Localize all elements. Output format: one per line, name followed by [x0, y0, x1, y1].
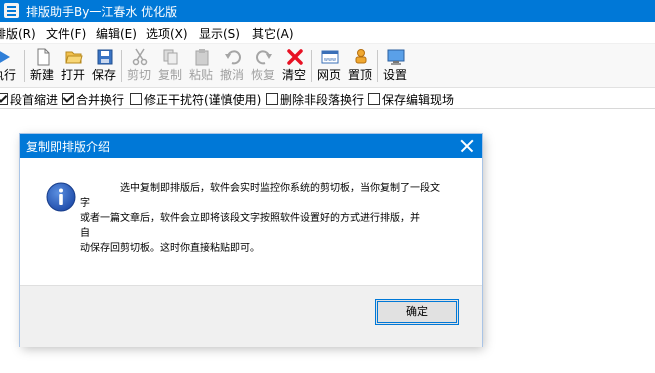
menu-other[interactable]: 其它(A) [252, 25, 294, 42]
ok-button[interactable]: 确定 [375, 299, 459, 325]
option-merge[interactable]: 合并换行 [62, 91, 125, 107]
redo-button[interactable]: 恢复 [249, 46, 277, 84]
redo-icon [256, 50, 272, 65]
clear-x-icon [287, 49, 303, 65]
web-button[interactable]: www 网页 [315, 46, 343, 84]
option-delete[interactable]: 删除非段落换行 [266, 91, 365, 107]
message-line: 或者一篇文章后，软件会立即将该段文字按照软件设置好的方式进行排版，并 [80, 213, 420, 224]
option-indent-label: 段首缩进 [10, 93, 59, 107]
paste-button[interactable]: 粘贴 [187, 46, 215, 84]
checkbox-fix[interactable] [130, 92, 142, 105]
toolbar-separator [121, 50, 122, 82]
checkbox-merge[interactable] [62, 92, 74, 105]
toolbar: 执行 新建 打开 保存 剪切 [0, 44, 655, 88]
dialog-title: 复制即排版介绍 [26, 140, 111, 154]
options-bar: 段首缩进 合并换行 修正干扰符(谨慎使用) 删除非段落换行 保存编辑现场 [0, 88, 655, 109]
toolbar-separator [24, 50, 25, 82]
copy-label: 复制 [158, 68, 183, 82]
save-label: 保存 [92, 68, 117, 82]
run-button[interactable]: 执行 [0, 46, 18, 84]
option-delete-label: 删除非段落换行 [280, 93, 365, 107]
info-dialog: 复制即排版介绍 选中复制即排版后，软件会实时监控你系统的剪切板，当你复制了一段文… [20, 134, 482, 347]
window-title-bar: 排版助手By一江春水 优化版 [0, 0, 655, 22]
new-label: 新建 [30, 68, 55, 82]
window-title: 排版助手By一江春水 优化版 [26, 5, 178, 19]
message-line: 动保存回剪切板。这时你直接粘贴即可。 [80, 243, 260, 254]
dialog-body: 选中复制即排版后，软件会实时监控你系统的剪切板，当你复制了一段文 字 或者一篇文… [20, 158, 482, 285]
menu-file[interactable]: 文件(F) [46, 25, 86, 42]
top-label: 置顶 [348, 68, 373, 82]
svg-text:www: www [324, 57, 336, 63]
open-button[interactable]: 打开 [59, 46, 87, 84]
menu-edit[interactable]: 编辑(E) [96, 25, 137, 42]
cut-label: 剪切 [127, 68, 152, 82]
paste-icon [195, 49, 209, 66]
redo-label: 恢复 [251, 68, 276, 82]
settings-label: 设置 [383, 68, 408, 82]
run-arrow-icon [0, 51, 10, 63]
menu-display[interactable]: 显示(S) [199, 25, 240, 42]
top-button[interactable]: 置顶 [346, 46, 374, 84]
scissors-icon [132, 48, 148, 66]
open-folder-icon [65, 51, 83, 64]
close-icon[interactable] [458, 137, 476, 155]
option-indent[interactable]: 段首缩进 [0, 91, 59, 107]
settings-monitor-icon [387, 49, 405, 65]
option-keep-label: 保存编辑现场 [382, 93, 455, 107]
option-fix-label: 修正干扰符(谨慎使用) [144, 93, 262, 107]
menu-layout[interactable]: 排版(R) [0, 25, 36, 42]
new-button[interactable]: 新建 [28, 46, 56, 84]
option-fix[interactable]: 修正干扰符(谨慎使用) [130, 91, 262, 107]
pin-top-icon [355, 49, 367, 64]
web-page-icon: www [321, 50, 339, 64]
message-line: 自 [80, 228, 90, 239]
settings-button[interactable]: 设置 [381, 46, 409, 84]
undo-button[interactable]: 撤消 [218, 46, 246, 84]
option-merge-label: 合并换行 [76, 93, 125, 107]
save-disk-icon [97, 49, 113, 65]
paste-label: 粘贴 [189, 68, 214, 82]
clear-button[interactable]: 清空 [280, 46, 308, 84]
open-label: 打开 [61, 68, 86, 82]
copy-icon [163, 49, 178, 65]
app-icon [4, 3, 19, 18]
dialog-footer: 确定 [20, 285, 482, 347]
dialog-title-bar: 复制即排版介绍 [20, 134, 482, 158]
undo-icon [225, 50, 241, 65]
toolbar-separator [311, 50, 312, 82]
message-line: 字 [80, 198, 90, 209]
dialog-message: 选中复制即排版后，软件会实时监控你系统的剪切板，当你复制了一段文 字 或者一篇文… [80, 181, 458, 256]
run-label: 执行 [0, 68, 17, 82]
cut-button[interactable]: 剪切 [125, 46, 153, 84]
checkbox-delete[interactable] [266, 92, 278, 105]
undo-label: 撤消 [220, 68, 245, 82]
new-document-icon [37, 48, 50, 66]
save-button[interactable]: 保存 [90, 46, 118, 84]
option-keep[interactable]: 保存编辑现场 [368, 91, 455, 107]
menu-bar: 排版(R) 文件(F) 编辑(E) 选项(X) 显示(S) 其它(A) [0, 22, 655, 44]
info-icon [46, 182, 76, 212]
web-label: 网页 [317, 68, 342, 82]
message-line: 选中复制即排版后，软件会实时监控你系统的剪切板，当你复制了一段文 [120, 183, 440, 194]
clear-label: 清空 [282, 68, 307, 82]
checkbox-indent[interactable] [0, 92, 8, 105]
menu-options[interactable]: 选项(X) [146, 25, 188, 42]
copy-button[interactable]: 复制 [156, 46, 184, 84]
toolbar-separator [377, 50, 378, 82]
checkbox-keep[interactable] [368, 92, 380, 105]
